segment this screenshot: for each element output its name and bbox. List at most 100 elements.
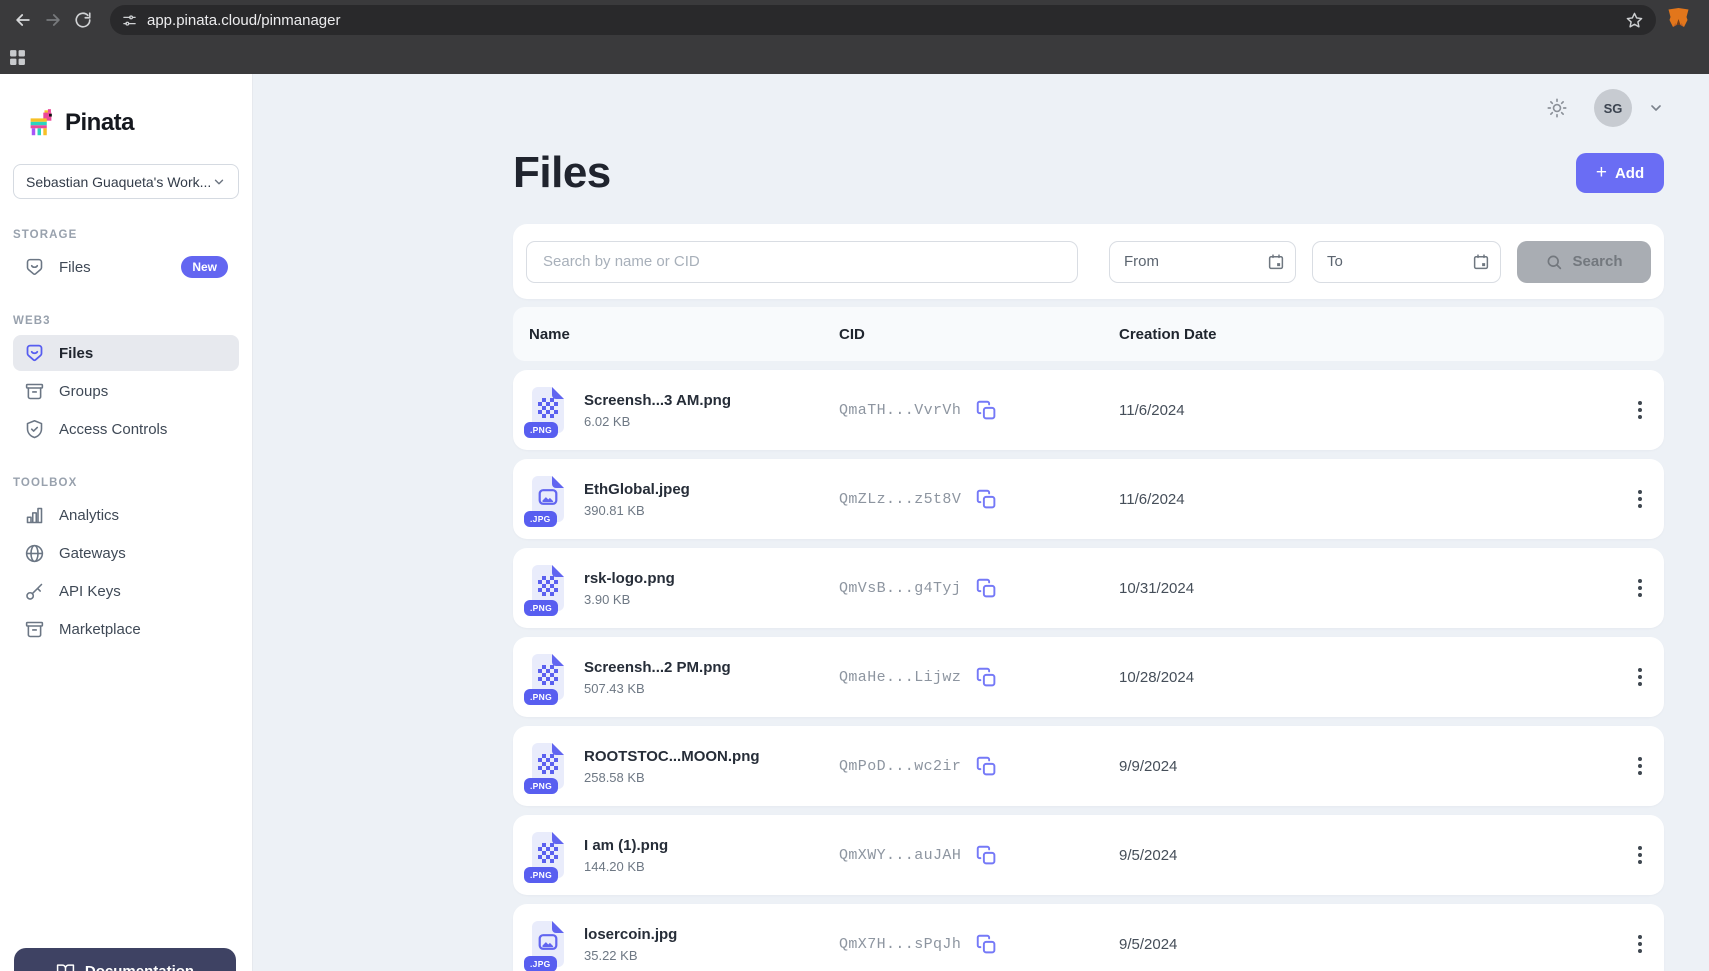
bookmark-star-icon[interactable] <box>1625 11 1644 30</box>
search-icon <box>1545 253 1563 271</box>
shield-check-icon <box>24 419 45 440</box>
copy-icon <box>976 934 997 955</box>
copy-icon <box>976 400 997 421</box>
table-row[interactable]: .PNG Screensh...2 PM.png 507.43 KB QmaHe… <box>513 637 1664 717</box>
account-topbar: SG <box>513 74 1664 128</box>
file-size: 507.43 KB <box>584 681 731 696</box>
row-actions-button[interactable] <box>1632 395 1648 425</box>
key-icon <box>24 581 45 602</box>
copy-cid-button[interactable] <box>974 754 999 779</box>
brand-name: Pinata <box>65 109 134 137</box>
file-name: losercoin.jpg <box>584 926 677 943</box>
file-cid: QmX7H...sPqJh <box>839 936 961 953</box>
theme-toggle-button[interactable] <box>1546 97 1568 119</box>
table-row[interactable]: .JPG EthGlobal.jpeg 390.81 KB QmZLz...z5… <box>513 459 1664 539</box>
copy-icon <box>976 489 997 510</box>
back-button[interactable] <box>8 5 38 35</box>
sidebar-item-gateways[interactable]: Gateways <box>13 535 239 571</box>
sidebar-item-storage-files[interactable]: Files New <box>13 249 239 285</box>
sidebar-item-analytics[interactable]: Analytics <box>13 497 239 533</box>
file-extension-badge: .PNG <box>524 600 558 616</box>
search-button[interactable]: Search <box>1517 241 1651 283</box>
copy-cid-button[interactable] <box>974 487 999 512</box>
row-actions-button[interactable] <box>1632 484 1648 514</box>
workspace-selector[interactable]: Sebastian Guaqueta's Work... <box>13 164 239 199</box>
main-content: SG Files + Add <box>253 74 1709 971</box>
account-menu-button[interactable] <box>1648 100 1664 116</box>
sidebar-item-label: Groups <box>59 383 108 400</box>
url-bar[interactable]: app.pinata.cloud/pinmanager <box>110 5 1656 35</box>
file-type-icon: .PNG <box>529 741 567 791</box>
date-to-field <box>1312 241 1501 283</box>
sun-icon <box>1546 97 1568 119</box>
forward-button[interactable] <box>38 5 68 35</box>
file-creation-date: 10/28/2024 <box>1119 669 1604 686</box>
file-type-icon: .PNG <box>529 652 567 702</box>
table-row[interactable]: .JPG losercoin.jpg 35.22 KB QmX7H...sPqJ… <box>513 904 1664 971</box>
apps-grid-button[interactable] <box>9 49 26 66</box>
reload-icon <box>74 11 92 29</box>
documentation-button[interactable]: Documentation <box>14 948 236 971</box>
row-actions-button[interactable] <box>1632 840 1648 870</box>
sidebar: Pinata Sebastian Guaqueta's Work... STOR… <box>0 74 253 971</box>
chevron-down-icon <box>212 175 226 189</box>
browser-chrome: app.pinata.cloud/pinmanager <box>0 0 1709 74</box>
site-settings-icon[interactable] <box>122 13 137 28</box>
file-size: 3.90 KB <box>584 592 675 607</box>
copy-cid-button[interactable] <box>974 576 999 601</box>
section-storage: STORAGE <box>13 229 252 241</box>
sidebar-item-label: Marketplace <box>59 621 141 638</box>
pinata-logo[interactable]: Pinata <box>26 108 252 138</box>
sidebar-item-access-controls[interactable]: Access Controls <box>13 411 239 447</box>
copy-cid-button[interactable] <box>974 932 999 957</box>
avatar[interactable]: SG <box>1594 89 1632 127</box>
chevron-down-icon <box>1648 100 1664 116</box>
table-row[interactable]: .PNG ROOTSTOC...MOON.png 258.58 KB QmPoD… <box>513 726 1664 806</box>
metamask-extension-icon[interactable] <box>1666 6 1691 35</box>
table-row[interactable]: .PNG Screensh...3 AM.png 6.02 KB QmaTH..… <box>513 370 1664 450</box>
row-actions-button[interactable] <box>1632 751 1648 781</box>
file-name: rsk-logo.png <box>584 570 675 587</box>
section-web3: WEB3 <box>13 315 252 327</box>
back-icon <box>13 10 33 30</box>
photo-glyph <box>539 934 558 950</box>
table-row[interactable]: .PNG I am (1).png 144.20 KB QmXWY...auJA… <box>513 815 1664 895</box>
sidebar-item-marketplace[interactable]: Marketplace <box>13 611 239 647</box>
file-cid: QmZLz...z5t8V <box>839 491 961 508</box>
checker-pattern <box>538 398 558 418</box>
url-text: app.pinata.cloud/pinmanager <box>147 12 1625 29</box>
table-row[interactable]: .PNG rsk-logo.png 3.90 KB QmVsB...g4Tyj … <box>513 548 1664 628</box>
date-from-input[interactable] <box>1109 241 1296 283</box>
checker-pattern <box>538 665 558 685</box>
search-input[interactable] <box>526 241 1078 283</box>
groups-box-icon <box>24 381 45 402</box>
add-button[interactable]: + Add <box>1576 153 1664 193</box>
sidebar-item-web3-files[interactable]: Files <box>13 335 239 371</box>
copy-cid-button[interactable] <box>974 843 999 868</box>
row-actions-button[interactable] <box>1632 662 1648 692</box>
plus-icon: + <box>1596 163 1607 182</box>
copy-icon <box>976 756 997 777</box>
new-badge: New <box>181 256 228 278</box>
file-name: I am (1).png <box>584 837 668 854</box>
filter-bar: Search <box>513 224 1664 299</box>
copy-cid-button[interactable] <box>974 665 999 690</box>
date-to-input[interactable] <box>1312 241 1501 283</box>
row-actions-button[interactable] <box>1632 573 1648 603</box>
book-icon <box>56 962 75 971</box>
documentation-label: Documentation <box>85 963 194 971</box>
sidebar-item-groups[interactable]: Groups <box>13 373 239 409</box>
reload-button[interactable] <box>68 5 98 35</box>
globe-icon <box>24 543 45 564</box>
file-cid: QmXWY...auJAH <box>839 847 961 864</box>
file-extension-badge: .PNG <box>524 778 558 794</box>
file-cid: QmPoD...wc2ir <box>839 758 961 775</box>
bar-chart-icon <box>24 505 45 526</box>
copy-cid-button[interactable] <box>974 398 999 423</box>
sidebar-item-api-keys[interactable]: API Keys <box>13 573 239 609</box>
row-actions-button[interactable] <box>1632 929 1648 959</box>
file-cid: QmVsB...g4Tyj <box>839 580 961 597</box>
pin-files-icon <box>24 257 45 278</box>
file-extension-badge: .JPG <box>524 511 557 527</box>
copy-icon <box>976 667 997 688</box>
